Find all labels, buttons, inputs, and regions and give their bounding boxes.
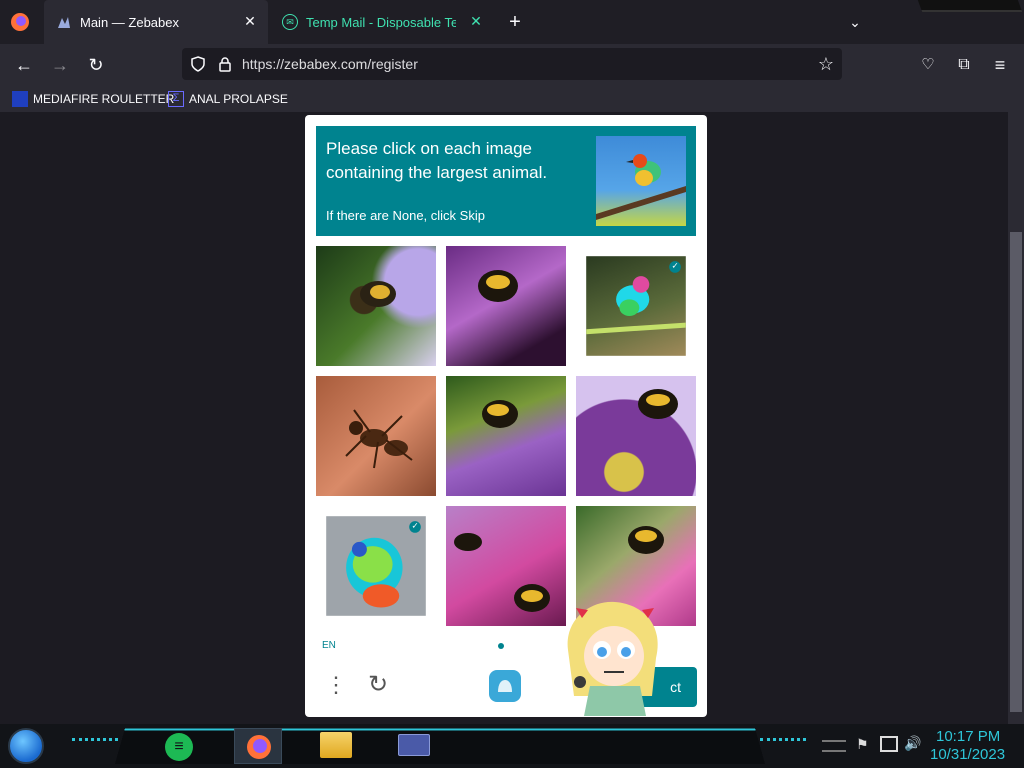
page-scrollbar[interactable]: [1008, 112, 1024, 724]
taskbar-tray-frame: [114, 728, 766, 765]
show-hidden-icons-icon[interactable]: [822, 740, 846, 752]
tab-title: Temp Mail - Disposable Tempo: [306, 14, 456, 30]
example-image: [596, 136, 686, 226]
start-orb-icon[interactable]: [8, 728, 44, 764]
tab-bar: Main — Zebabex ✕ ✉ Temp Mail - Disposabl…: [0, 0, 1024, 44]
firefox-taskbar-icon[interactable]: [234, 728, 282, 764]
bookmark-label: MEDIAFIRE ROULETTER: [33, 92, 175, 106]
captcha-prompt-subtext: If there are None, click Skip: [326, 208, 485, 223]
tracking-protection-shield-icon[interactable]: [190, 56, 206, 72]
tab-title: Main — Zebabex: [80, 14, 179, 30]
app-menu-hamburger-icon[interactable]: ≡: [985, 50, 1015, 80]
taskbar-decoration: [72, 738, 118, 748]
bookmarks-toolbar: MEDIAFIRE ROULETTER Σ ANAL PROLAPSE: [0, 86, 1024, 112]
bookmark-anal-prolapse[interactable]: Σ ANAL PROLAPSE: [168, 90, 288, 108]
zebabex-favicon-icon: [56, 14, 72, 30]
lock-icon[interactable]: [218, 56, 232, 72]
bookmark-star-icon[interactable]: ☆: [816, 54, 836, 74]
pocket-icon[interactable]: ♡: [913, 50, 943, 80]
reload-icon[interactable]: ↻: [81, 50, 111, 80]
captcha-image-6[interactable]: [576, 376, 696, 496]
bookmark-label: ANAL PROLAPSE: [189, 92, 288, 106]
window-frame-decoration: [917, 0, 1023, 12]
captcha-image-2[interactable]: [446, 246, 566, 366]
control-panel-icon[interactable]: [398, 734, 430, 756]
notes-app-icon[interactable]: ≡: [165, 733, 193, 761]
close-tab-icon[interactable]: ✕: [242, 13, 258, 29]
cartoon-character-sticker: [560, 600, 670, 724]
url-text[interactable]: https://zebabex.com/register: [242, 48, 418, 80]
tab-temp-mail[interactable]: ✉ Temp Mail - Disposable Tempo ✕: [272, 0, 494, 44]
network-icon[interactable]: [880, 736, 898, 752]
file-explorer-icon[interactable]: [320, 732, 352, 758]
captcha-image-1[interactable]: [316, 246, 436, 366]
captcha-image-5[interactable]: [446, 376, 566, 496]
new-tab-plus-icon[interactable]: +: [504, 11, 526, 33]
url-prefix: https://: [242, 56, 285, 72]
mediafire-icon: [12, 91, 28, 107]
url-domain: zebabex.com: [284, 56, 368, 72]
back-arrow-icon[interactable]: ←: [9, 50, 39, 80]
taskbar: ≡ ⚑ 🔊: [0, 724, 1024, 768]
language-selector[interactable]: EN: [322, 640, 336, 651]
sigma-icon: Σ: [168, 91, 184, 107]
action-center-flag-icon[interactable]: ⚑: [856, 736, 872, 752]
url-bar[interactable]: https://zebabex.com/register ☆: [182, 48, 842, 80]
scrollbar-thumb[interactable]: [1010, 232, 1022, 712]
firefox-menu-icon[interactable]: [10, 12, 30, 32]
hcaptcha-logo-icon: [489, 670, 521, 702]
captcha-image-7[interactable]: ✓: [326, 516, 426, 616]
extensions-icon[interactable]: ⧉: [949, 50, 979, 80]
selected-check-icon: ✓: [669, 261, 681, 273]
taskbar-clock-date[interactable]: 10/31/2023: [930, 746, 1005, 763]
volume-icon[interactable]: 🔊: [904, 734, 922, 752]
temp-mail-favicon-icon: ✉: [282, 14, 298, 30]
url-path: /register: [367, 56, 418, 72]
captcha-prompt-banner: Please click on each image containing th…: [316, 126, 696, 236]
list-tabs-chevron-down-icon[interactable]: ⌄: [844, 11, 866, 33]
captcha-image-4[interactable]: [316, 376, 436, 496]
captcha-prompt-text: Please click on each image containing th…: [326, 139, 548, 182]
close-tab-icon[interactable]: ✕: [468, 13, 484, 29]
taskbar-clock-time[interactable]: 10:17 PM: [936, 728, 1000, 745]
refresh-challenge-icon[interactable]: ↻: [363, 670, 393, 700]
more-options-icon[interactable]: ⋮: [325, 670, 347, 700]
page-indicator-dot: [498, 643, 504, 649]
captcha-image-8[interactable]: [446, 506, 566, 626]
forward-arrow-icon[interactable]: →: [45, 50, 75, 80]
bookmark-mediafire-rouletter[interactable]: MEDIAFIRE ROULETTER: [12, 90, 174, 108]
taskbar-decoration: [760, 738, 806, 748]
tab-main-zebabex[interactable]: Main — Zebabex ✕: [44, 0, 268, 44]
captcha-image-3[interactable]: ✓: [586, 256, 686, 356]
selected-check-icon: ✓: [409, 521, 421, 533]
